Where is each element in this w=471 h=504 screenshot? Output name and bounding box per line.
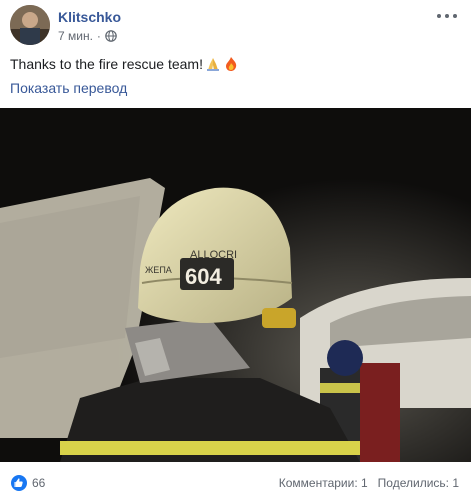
thumbs-up-glyph-icon: [14, 478, 23, 487]
more-options-button[interactable]: [437, 10, 457, 22]
more-dot-icon: [445, 14, 449, 18]
helmet-number: 604: [185, 264, 222, 289]
post-header: Klitschko 7 мин. ·: [0, 0, 471, 50]
folded-hands-emoji: [206, 58, 219, 71]
comments-count[interactable]: Комментарии: 1: [279, 476, 368, 490]
post-text: Thanks to the fire rescue team!: [10, 56, 239, 72]
like-count[interactable]: 66: [32, 476, 45, 490]
more-dot-icon: [437, 14, 441, 18]
fire-emoji: [225, 57, 237, 71]
avatar[interactable]: [10, 5, 50, 45]
photo-scene: 604 ALLOCRI ЖЕПА: [0, 108, 471, 462]
show-translation-link[interactable]: Показать перевод: [10, 80, 127, 96]
post-message: Thanks to the fire rescue team!: [10, 56, 203, 72]
shares-count[interactable]: Поделились: 1: [378, 476, 459, 490]
helmet-label: ALLOCRI: [190, 249, 237, 261]
post-photo[interactable]: 604 ALLOCRI ЖЕПА: [0, 108, 471, 462]
globe-icon: [105, 30, 117, 42]
post-meta: 7 мин. ·: [58, 29, 117, 43]
post-footer: 66 Комментарии: 1 Поделились: 1: [0, 462, 471, 504]
thumbs-up-icon[interactable]: [11, 475, 27, 491]
post-time[interactable]: 7 мин.: [58, 29, 93, 43]
separator-dot: ·: [96, 29, 101, 43]
post-stats: Комментарии: 1 Поделились: 1: [279, 476, 459, 490]
more-dot-icon: [453, 14, 457, 18]
author-name[interactable]: Klitschko: [58, 9, 121, 25]
avatar-image: [10, 5, 50, 45]
helmet-side-text: ЖЕПА: [145, 265, 172, 275]
